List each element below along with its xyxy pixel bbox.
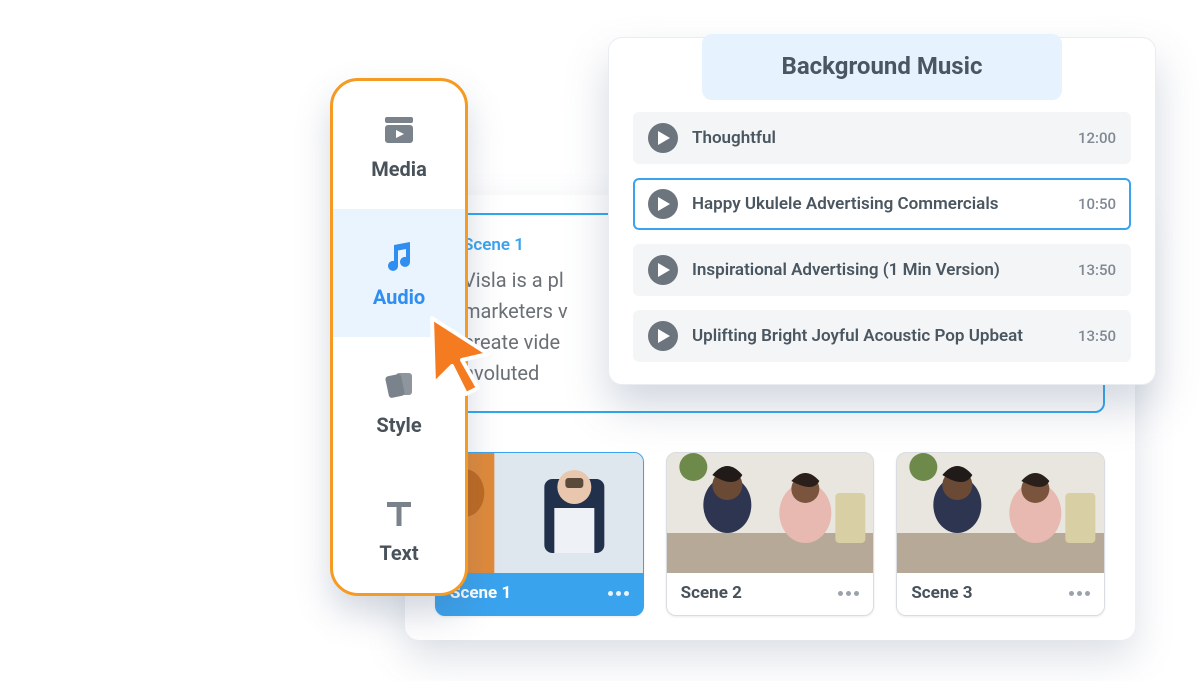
- music-track[interactable]: Inspirational Advertising (1 Min Version…: [633, 244, 1131, 296]
- scene-card[interactable]: Scene 2: [666, 452, 875, 616]
- track-name: Inspirational Advertising (1 Min Version…: [692, 260, 1064, 280]
- track-name: Happy Ukulele Advertising Commercials: [692, 194, 1064, 214]
- track-duration: 10:50: [1078, 195, 1116, 213]
- scene-strip: Scene 1 Scene 2: [435, 452, 1105, 616]
- toolbar-item-audio[interactable]: Audio: [333, 209, 465, 337]
- play-icon[interactable]: [648, 189, 678, 219]
- track-duration: 13:50: [1078, 261, 1116, 279]
- music-note-icon: [379, 237, 419, 277]
- play-icon[interactable]: [648, 321, 678, 351]
- swatch-icon: [379, 365, 419, 405]
- media-icon: [379, 109, 419, 149]
- background-music-panel: Background Music Thoughtful 12:00 Happy …: [608, 37, 1156, 385]
- music-track[interactable]: Uplifting Bright Joyful Acoustic Pop Upb…: [633, 310, 1131, 362]
- toolbar-item-label: Text: [379, 541, 418, 565]
- play-icon[interactable]: [648, 255, 678, 285]
- toolbar-item-label: Style: [376, 413, 421, 437]
- toolbar-item-label: Audio: [373, 285, 425, 309]
- track-name: Thoughtful: [692, 128, 1064, 148]
- track-duration: 12:00: [1078, 129, 1116, 147]
- more-icon[interactable]: [838, 591, 859, 596]
- scene-card[interactable]: Scene 3: [896, 452, 1105, 616]
- scene-thumbnail: [897, 453, 1104, 573]
- track-duration: 13:50: [1078, 327, 1116, 345]
- track-name: Uplifting Bright Joyful Acoustic Pop Upb…: [692, 326, 1064, 346]
- track-list: Thoughtful 12:00 Happy Ukulele Advertisi…: [633, 112, 1131, 362]
- more-icon[interactable]: [608, 591, 629, 596]
- scene-card-label: Scene 3: [911, 583, 972, 603]
- more-icon[interactable]: [1069, 591, 1090, 596]
- toolbar-item-label: Media: [371, 157, 427, 181]
- music-track[interactable]: Thoughtful 12:00: [633, 112, 1131, 164]
- side-toolbar: Media Audio Style Text: [330, 78, 468, 596]
- background-music-title: Background Music: [702, 34, 1062, 100]
- toolbar-item-style[interactable]: Style: [333, 337, 465, 465]
- music-track[interactable]: Happy Ukulele Advertising Commercials 10…: [633, 178, 1131, 230]
- play-icon[interactable]: [648, 123, 678, 153]
- scene-thumbnail: [667, 453, 874, 573]
- text-icon: [379, 493, 419, 533]
- toolbar-item-media[interactable]: Media: [333, 81, 465, 209]
- toolbar-item-text[interactable]: Text: [333, 465, 465, 593]
- scene-card-label: Scene 2: [681, 583, 742, 603]
